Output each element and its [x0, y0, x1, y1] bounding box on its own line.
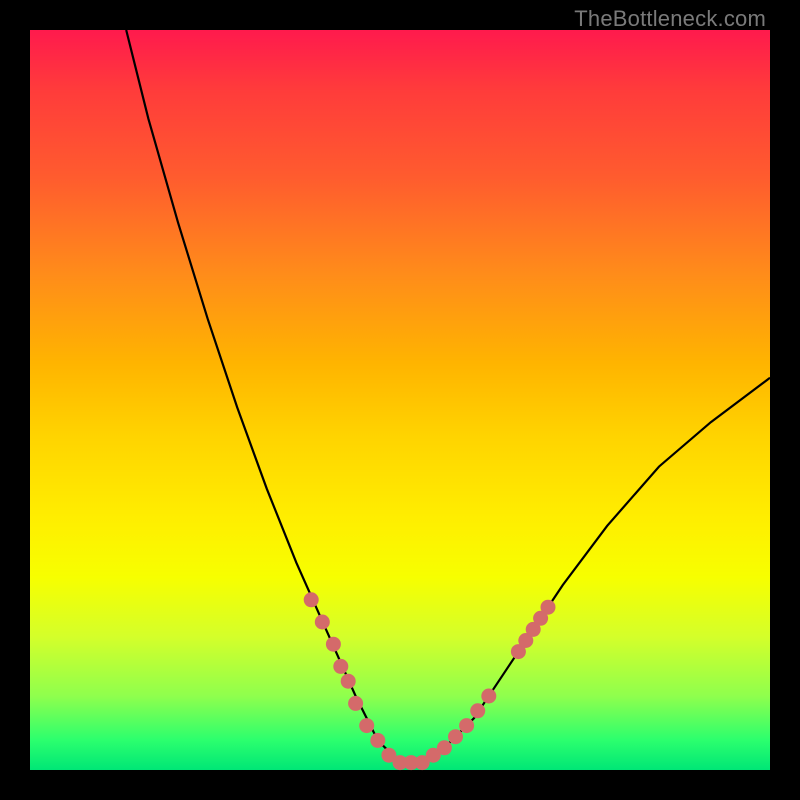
plot-area: [30, 30, 770, 770]
marker-dot: [481, 689, 496, 704]
marker-dot: [348, 696, 363, 711]
marker-dot: [541, 600, 556, 615]
marker-dot: [326, 637, 341, 652]
bottleneck-curve: [126, 30, 770, 763]
marker-dot: [370, 733, 385, 748]
marker-dot: [459, 718, 474, 733]
marker-dot: [359, 718, 374, 733]
marker-dot: [437, 740, 452, 755]
watermark-text: TheBottleneck.com: [574, 6, 766, 32]
marker-dot: [315, 615, 330, 630]
marker-group: [304, 592, 556, 770]
marker-dot: [304, 592, 319, 607]
marker-dot: [333, 659, 348, 674]
marker-dot: [341, 674, 356, 689]
marker-dot: [448, 729, 463, 744]
curve-svg: [30, 30, 770, 770]
chart-frame: TheBottleneck.com: [0, 0, 800, 800]
marker-dot: [470, 703, 485, 718]
